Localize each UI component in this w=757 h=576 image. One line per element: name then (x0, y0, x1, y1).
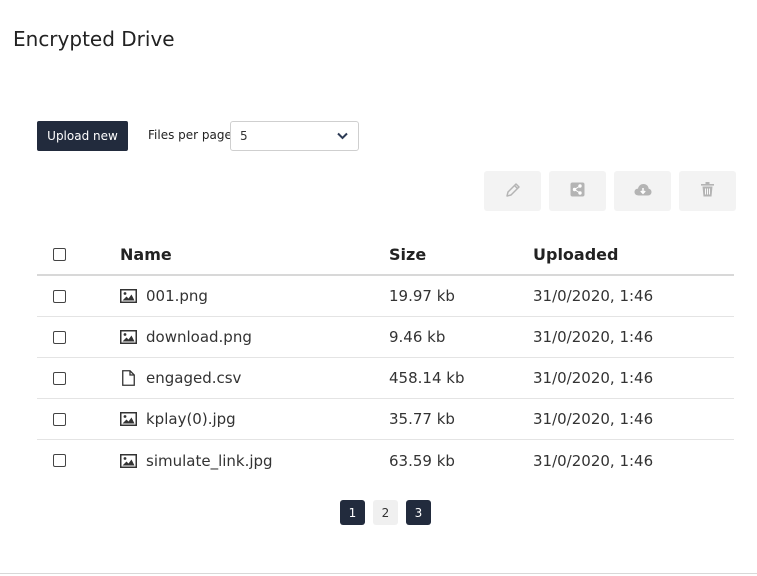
pagination: 1 2 3 (340, 500, 431, 525)
chevron-down-icon (337, 132, 348, 140)
row-checkbox[interactable] (53, 412, 66, 426)
row-checkbox[interactable] (53, 289, 66, 303)
files-per-page-value: 5 (240, 129, 248, 143)
trash-icon (701, 182, 714, 200)
share-icon (570, 182, 585, 200)
table-header: Name Size Uploaded (37, 235, 734, 276)
table-row[interactable]: engaged.csv 458.14 kb 31/0/2020, 1:46 (37, 358, 734, 399)
image-icon (120, 329, 138, 345)
file-uploaded: 31/0/2020, 1:46 (533, 410, 654, 428)
table-row[interactable]: kplay(0).jpg 35.77 kb 31/0/2020, 1:46 (37, 399, 734, 440)
header-size: Size (389, 245, 427, 264)
file-size: 35.77 kb (389, 410, 455, 428)
header-name: Name (120, 245, 172, 264)
page-title: Encrypted Drive (13, 27, 175, 51)
table-row[interactable]: simulate_link.jpg 63.59 kb 31/0/2020, 1:… (37, 440, 734, 481)
page-3-button[interactable]: 3 (406, 500, 431, 525)
image-icon (120, 453, 138, 469)
page-1-button[interactable]: 1 (340, 500, 365, 525)
share-button[interactable] (549, 171, 606, 211)
image-icon (120, 411, 138, 427)
file-size: 458.14 kb (389, 369, 465, 387)
image-icon (120, 288, 138, 304)
files-per-page-select[interactable]: 5 (230, 121, 359, 151)
cloud-download-icon (634, 183, 652, 200)
page: Encrypted Drive Upload new Files per pag… (0, 0, 757, 576)
document-icon (120, 370, 138, 386)
pencil-icon (505, 182, 521, 201)
file-uploaded: 31/0/2020, 1:46 (533, 287, 654, 305)
file-name[interactable]: kplay(0).jpg (146, 410, 236, 428)
row-checkbox[interactable] (53, 330, 66, 344)
file-name[interactable]: download.png (146, 328, 252, 346)
header-uploaded: Uploaded (533, 245, 619, 264)
file-name[interactable]: simulate_link.jpg (146, 452, 273, 470)
file-uploaded: 31/0/2020, 1:46 (533, 369, 654, 387)
table-row[interactable]: 001.png 19.97 kb 31/0/2020, 1:46 (37, 276, 734, 317)
file-size: 19.97 kb (389, 287, 455, 305)
file-actions-toolbar (484, 171, 736, 211)
files-per-page-label: Files per page (148, 128, 232, 142)
delete-button[interactable] (679, 171, 736, 211)
table-row[interactable]: download.png 9.46 kb 31/0/2020, 1:46 (37, 317, 734, 358)
divider (0, 573, 757, 574)
row-checkbox[interactable] (53, 371, 66, 385)
upload-new-button[interactable]: Upload new (37, 121, 128, 151)
row-checkbox[interactable] (53, 454, 66, 467)
page-2-button[interactable]: 2 (373, 500, 398, 525)
files-table: Name Size Uploaded 001.png 19.97 kb 31/0… (37, 235, 734, 481)
file-size: 63.59 kb (389, 451, 455, 470)
edit-button[interactable] (484, 171, 541, 211)
file-name[interactable]: 001.png (146, 287, 208, 305)
select-all-checkbox[interactable] (53, 248, 66, 261)
download-button[interactable] (614, 171, 671, 211)
file-size: 9.46 kb (389, 328, 446, 346)
file-name[interactable]: engaged.csv (146, 369, 241, 387)
file-uploaded: 31/0/2020, 1:46 (533, 328, 654, 346)
file-uploaded: 31/0/2020, 1:46 (533, 451, 654, 470)
